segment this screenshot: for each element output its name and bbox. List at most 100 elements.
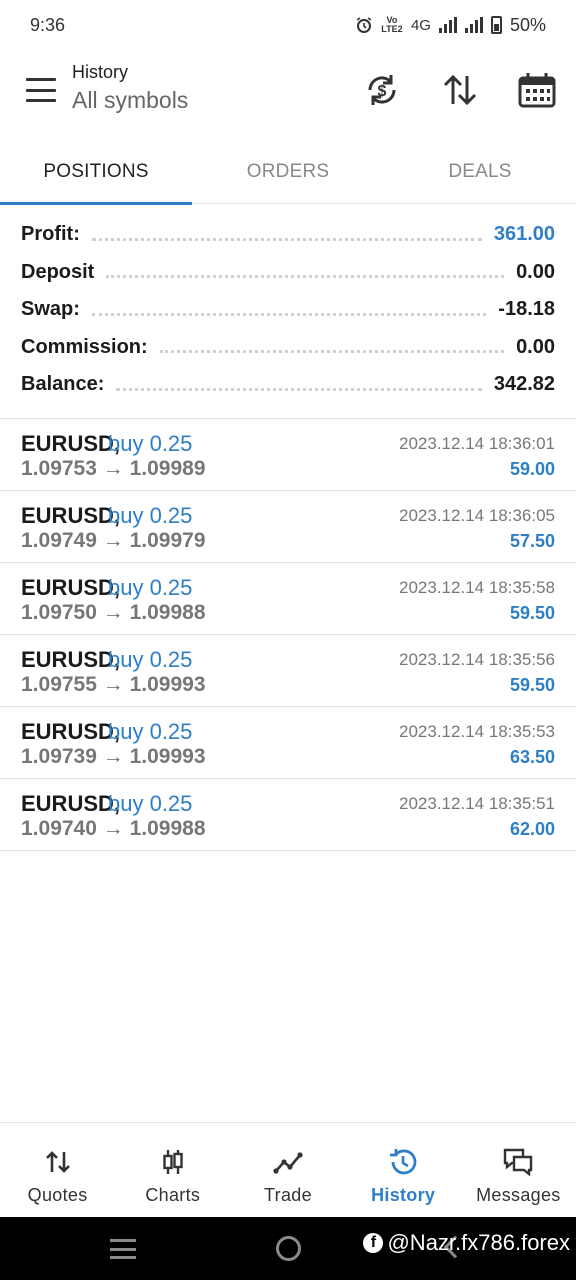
position-time: 2023.12.14 18:36:01 bbox=[399, 434, 555, 453]
position-profit: 59.50 bbox=[509, 675, 555, 695]
position-profit: 59.50 bbox=[509, 603, 555, 623]
volte-label: Vo LTE2 bbox=[381, 15, 403, 34]
history-clock-icon bbox=[388, 1147, 418, 1177]
nav-charts[interactable]: Charts bbox=[115, 1123, 230, 1218]
position-profit: 59.00 bbox=[509, 459, 555, 479]
position-time: 2023.12.14 18:35:58 bbox=[399, 578, 555, 597]
arrow-icon: → bbox=[102, 529, 124, 552]
status-icons: Vo LTE2 4G 50% bbox=[355, 15, 546, 36]
position-row[interactable]: EURUSD, buy 0.25 1.09739 → 1.09993 2023.… bbox=[0, 707, 576, 779]
watermark: f @Nazr.fx786.forex bbox=[363, 1230, 570, 1256]
summary-row-commission: Commission: 0.00 bbox=[0, 329, 576, 367]
arrow-icon: → bbox=[102, 601, 124, 624]
summary-row-swap: Swap: -18.18 bbox=[0, 291, 576, 329]
menu-icon[interactable] bbox=[26, 78, 56, 102]
position-side: buy 0.25 bbox=[108, 503, 193, 528]
open-price: 1.09740 bbox=[21, 817, 97, 840]
candlestick-icon bbox=[158, 1147, 188, 1177]
open-price: 1.09750 bbox=[21, 601, 97, 624]
summary-label: Swap: bbox=[21, 298, 80, 321]
open-price: 1.09739 bbox=[21, 745, 97, 768]
sort-icon[interactable] bbox=[440, 70, 480, 110]
position-row[interactable]: EURUSD, buy 0.25 1.09740 → 1.09988 2023.… bbox=[0, 779, 576, 851]
svg-text:$: $ bbox=[378, 83, 387, 100]
close-price: 1.09993 bbox=[129, 673, 206, 696]
commission-value: 0.00 bbox=[516, 335, 555, 358]
position-row[interactable]: EURUSD, buy 0.25 1.09749 → 1.09979 2023.… bbox=[0, 491, 576, 563]
position-side: buy 0.25 bbox=[108, 719, 193, 744]
nav-trade[interactable]: Trade bbox=[230, 1123, 345, 1218]
close-price: 1.09989 bbox=[129, 457, 206, 480]
position-side: buy 0.25 bbox=[108, 647, 193, 672]
watermark-text: @Nazr.fx786.forex bbox=[387, 1230, 570, 1255]
position-symbol: EURUSD, bbox=[21, 503, 121, 528]
position-profit: 63.50 bbox=[509, 747, 555, 767]
deposit-value: 0.00 bbox=[516, 260, 555, 283]
battery-icon bbox=[490, 16, 502, 34]
system-navigation-bar: f @Nazr.fx786.forex bbox=[0, 1217, 576, 1280]
home-icon[interactable] bbox=[276, 1236, 301, 1261]
nav-label: Charts bbox=[145, 1185, 201, 1205]
calendar-icon[interactable] bbox=[517, 70, 557, 110]
tab-positions[interactable]: POSITIONS bbox=[0, 140, 192, 205]
nav-messages[interactable]: Messages bbox=[461, 1123, 576, 1218]
nav-label: Messages bbox=[476, 1185, 561, 1205]
signal-icon-2 bbox=[464, 17, 483, 33]
position-prices: 1.09753 → 1.09989 bbox=[21, 457, 206, 481]
arrow-icon: → bbox=[102, 457, 124, 480]
dotted-leader bbox=[116, 387, 482, 391]
position-side: buy 0.25 bbox=[108, 431, 193, 456]
currency-exchange-icon[interactable]: $ bbox=[362, 70, 402, 110]
symbol-filter[interactable]: All symbols bbox=[72, 87, 188, 114]
position-symbol: EURUSD, bbox=[21, 647, 121, 672]
position-profit: 62.00 bbox=[509, 819, 555, 839]
position-prices: 1.09755 → 1.09993 bbox=[21, 673, 206, 697]
position-row[interactable]: EURUSD, buy 0.25 1.09755 → 1.09993 2023.… bbox=[0, 635, 576, 707]
nav-quotes[interactable]: Quotes bbox=[0, 1123, 115, 1218]
summary-label: Profit: bbox=[21, 223, 80, 246]
recents-icon[interactable] bbox=[110, 1239, 136, 1259]
messages-icon bbox=[503, 1147, 533, 1177]
facebook-icon: f bbox=[363, 1233, 384, 1253]
page-title: History bbox=[72, 62, 129, 82]
position-prices: 1.09750 → 1.09988 bbox=[21, 601, 206, 625]
open-price: 1.09749 bbox=[21, 529, 97, 552]
position-prices: 1.09749 → 1.09979 bbox=[21, 529, 206, 553]
position-row[interactable]: EURUSD, buy 0.25 1.09750 → 1.09988 2023.… bbox=[0, 563, 576, 635]
position-time: 2023.12.14 18:36:05 bbox=[399, 506, 555, 525]
position-symbol: EURUSD, bbox=[21, 575, 121, 600]
summary-label: Commission: bbox=[21, 335, 148, 358]
position-time: 2023.12.14 18:35:51 bbox=[399, 794, 555, 813]
status-bar: 9:36 Vo LTE2 4G 50% bbox=[0, 0, 576, 50]
positions-list: EURUSD, buy 0.25 1.09753 → 1.09989 2023.… bbox=[0, 419, 576, 851]
dotted-leader bbox=[91, 237, 482, 241]
position-row[interactable]: EURUSD, buy 0.25 1.09753 → 1.09989 2023.… bbox=[0, 419, 576, 491]
summary-label: Balance: bbox=[21, 373, 105, 396]
quotes-icon bbox=[43, 1147, 73, 1177]
position-side: buy 0.25 bbox=[108, 575, 193, 600]
summary-row-profit: Profit: 361.00 bbox=[0, 216, 576, 254]
position-symbol: EURUSD, bbox=[21, 431, 121, 456]
tab-orders[interactable]: ORDERS bbox=[192, 140, 384, 204]
summary-label: Deposit bbox=[21, 260, 95, 283]
dotted-leader bbox=[106, 274, 505, 279]
tab-deals[interactable]: DEALS bbox=[384, 140, 576, 204]
balance-value: 342.82 bbox=[493, 373, 555, 396]
position-time: 2023.12.14 18:35:56 bbox=[399, 650, 555, 669]
nav-label: Trade bbox=[264, 1185, 312, 1205]
title-block[interactable]: History All symbols bbox=[72, 62, 188, 114]
profit-value: 361.00 bbox=[493, 223, 555, 246]
app-header: History All symbols $ bbox=[0, 50, 576, 140]
close-price: 1.09988 bbox=[129, 601, 206, 624]
history-tabs: POSITIONS ORDERS DEALS bbox=[0, 140, 576, 205]
nav-label: Quotes bbox=[27, 1185, 88, 1205]
arrow-icon: → bbox=[102, 745, 124, 768]
close-price: 1.09988 bbox=[129, 817, 206, 840]
close-price: 1.09993 bbox=[129, 745, 206, 768]
dotted-leader bbox=[159, 349, 505, 354]
dotted-leader bbox=[91, 312, 487, 316]
position-time: 2023.12.14 18:35:53 bbox=[399, 722, 555, 741]
position-prices: 1.09739 → 1.09993 bbox=[21, 745, 206, 769]
open-price: 1.09755 bbox=[21, 673, 97, 696]
nav-history[interactable]: History bbox=[346, 1123, 461, 1218]
